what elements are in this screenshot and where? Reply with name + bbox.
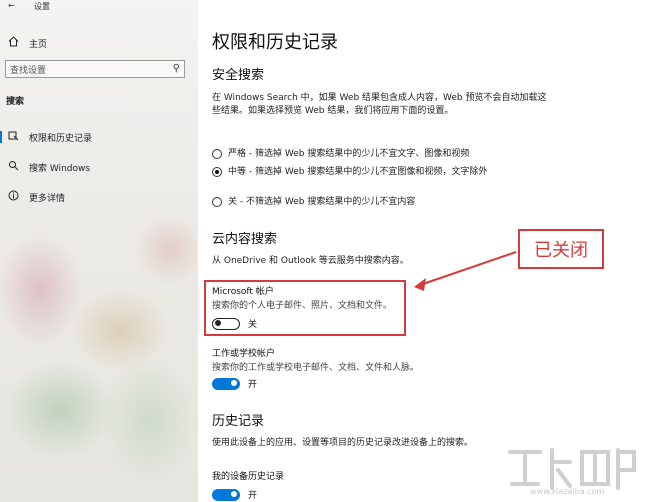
watermark-url: www.xiazaiba.com bbox=[530, 487, 605, 496]
annotation-callout: 已关闭 bbox=[518, 229, 604, 269]
